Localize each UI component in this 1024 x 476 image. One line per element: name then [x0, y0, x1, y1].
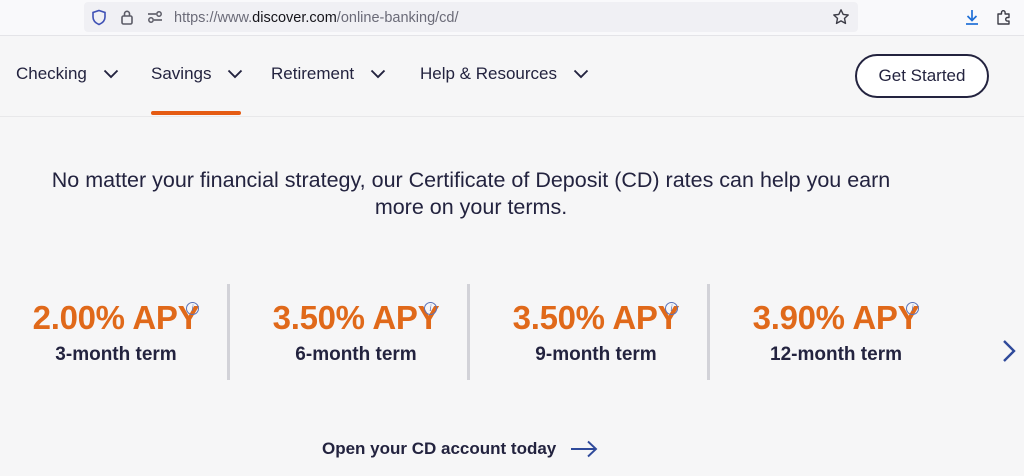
apy-rate: 3.50% APY [272, 299, 440, 336]
bookmark-star-icon[interactable] [832, 8, 850, 26]
rate-card: 3.90% APY i 12-month term [720, 284, 952, 380]
headline-line-2: more on your terms. [374, 195, 568, 219]
chevron-down-icon [573, 69, 589, 79]
url-text[interactable]: https://www.discover.com/online-banking/… [174, 10, 459, 26]
nav-item-savings[interactable]: Savings [151, 62, 243, 86]
divider [467, 284, 470, 380]
permissions-icon[interactable] [146, 8, 164, 26]
url-path: /online-banking/cd/ [336, 10, 459, 26]
term-length: 6-month term [295, 344, 417, 365]
cta-label: Open your CD account today [322, 439, 557, 458]
address-bar[interactable]: https://www.discover.com/online-banking/… [84, 2, 858, 32]
url-prefix: https://www. [174, 10, 253, 26]
divider [227, 284, 230, 380]
rate-card: 3.50% APY i 6-month term [240, 284, 472, 380]
chevron-down-icon [370, 69, 386, 79]
site-navigation: Checking Savings Retirement Help & Resou… [0, 36, 1024, 116]
extensions-icon[interactable] [994, 7, 1014, 27]
headline-line-1: No matter your financial strategy, our C… [51, 168, 891, 192]
nav-item-help-resources[interactable]: Help & Resources [420, 62, 589, 86]
nav-item-retirement[interactable]: Retirement [271, 62, 386, 86]
active-tab-indicator [151, 111, 241, 115]
cd-rates-carousel: 2.00% APY i 3-month term 3.50% APY i 6-m… [0, 284, 990, 380]
nav-item-label: Help & Resources [420, 64, 558, 83]
open-cd-account-link[interactable]: Open your CD account today [322, 437, 598, 461]
arrow-right-icon [570, 440, 598, 458]
info-icon[interactable]: i [424, 302, 437, 315]
carousel-next-chevron-icon[interactable] [998, 337, 1020, 365]
info-icon[interactable]: i [186, 302, 199, 315]
download-icon[interactable] [962, 7, 982, 27]
divider [707, 284, 710, 380]
term-length: 12-month term [770, 344, 902, 365]
info-icon[interactable]: i [665, 302, 678, 315]
shield-icon[interactable] [90, 8, 108, 26]
chevron-down-icon [227, 69, 243, 79]
chevron-down-icon [103, 69, 119, 79]
nav-item-label: Retirement [271, 64, 355, 83]
get-started-button[interactable]: Get Started [855, 54, 989, 98]
nav-item-checking[interactable]: Checking [16, 62, 119, 86]
url-host: discover.com [252, 10, 337, 26]
term-length: 9-month term [535, 344, 657, 365]
nav-item-label: Savings [151, 64, 212, 83]
browser-toolbar: https://www.discover.com/online-banking/… [0, 0, 1024, 36]
term-length: 3-month term [55, 344, 177, 365]
nav-item-label: Checking [16, 64, 87, 83]
rate-card: 3.50% APY i 9-month term [480, 284, 712, 380]
info-icon[interactable]: i [906, 302, 919, 315]
page-headline: No matter your financial strategy, our C… [0, 167, 942, 221]
lock-icon[interactable] [118, 8, 136, 26]
rate-card: 2.00% APY i 3-month term [0, 284, 232, 380]
